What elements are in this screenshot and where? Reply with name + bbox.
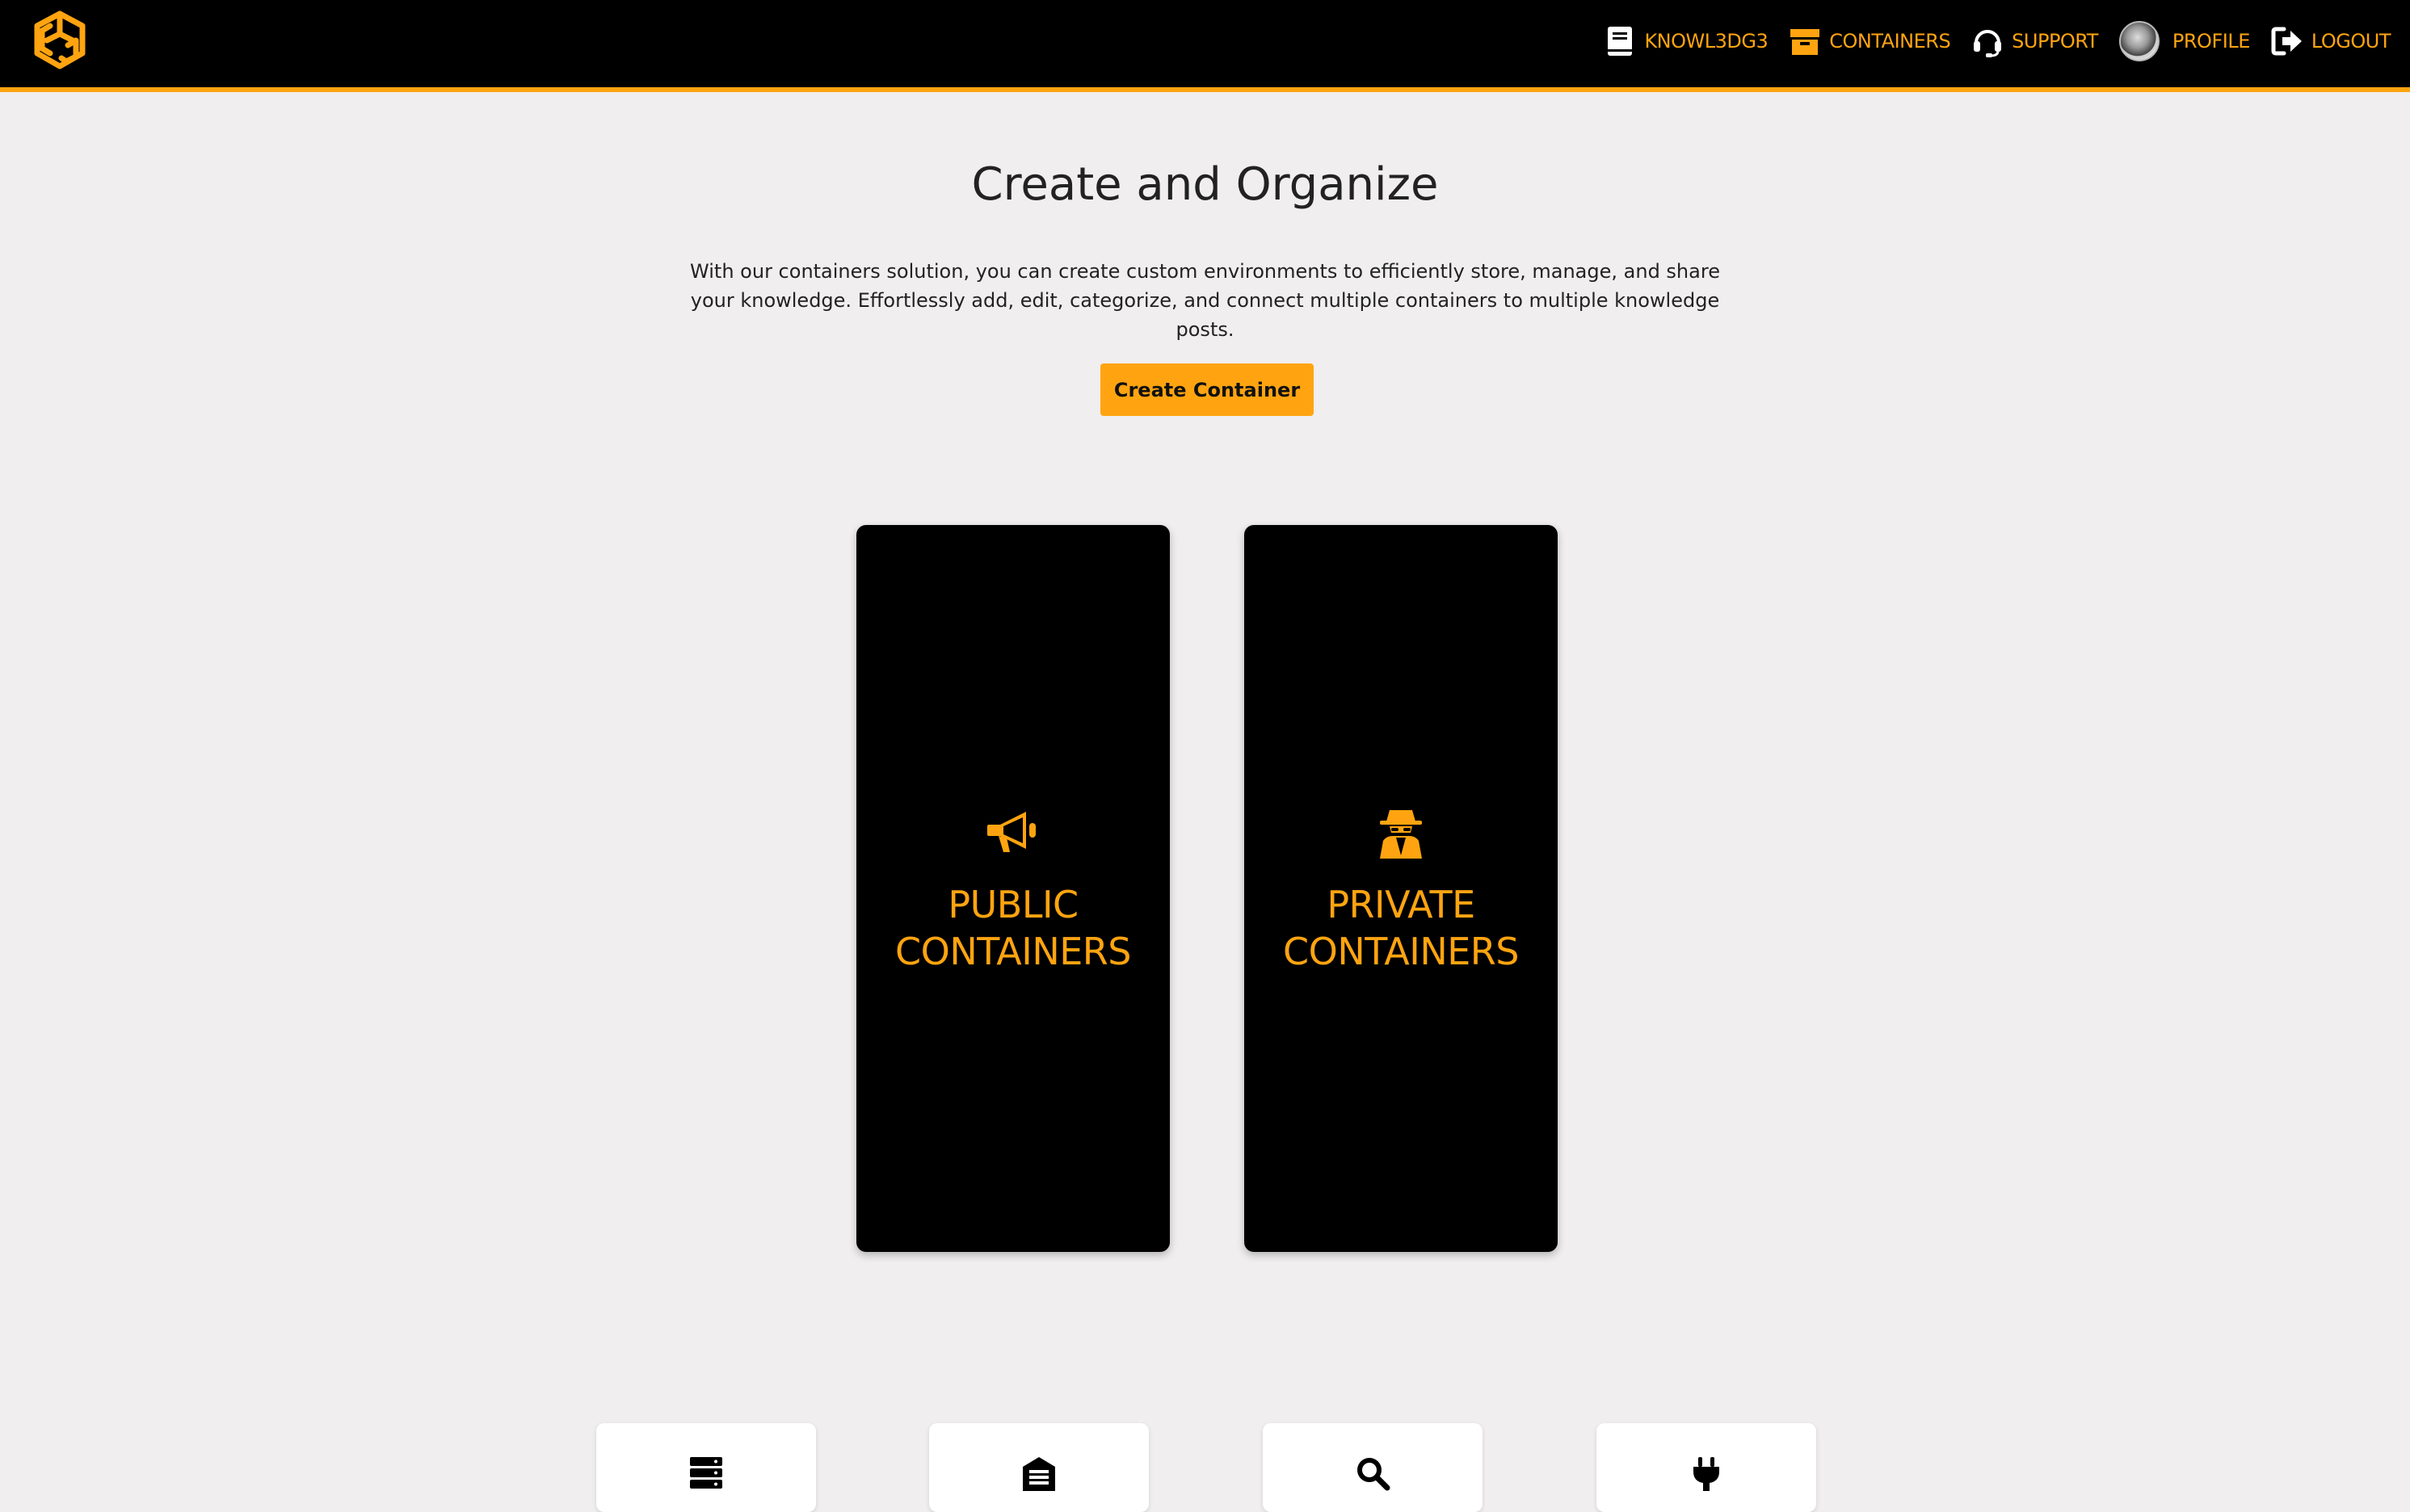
- private-label-line2: CONTAINERS: [1283, 930, 1519, 973]
- book-icon: [1604, 25, 1636, 57]
- server-icon: [690, 1457, 722, 1489]
- feature-card-storage: [596, 1423, 816, 1512]
- public-containers-card[interactable]: PUBLIC CONTAINERS: [856, 525, 1170, 1252]
- nav-knowledge-label: KNOWL3DG3: [1644, 30, 1769, 52]
- spy-icon: [1380, 810, 1422, 859]
- feature-card-integrations: [1596, 1423, 1816, 1512]
- nav-profile-label: PROFILE: [2172, 30, 2250, 52]
- top-navbar: KNOWL3DG3 CONTAINERS SUPPORT PROFILE LOG…: [0, 0, 2410, 92]
- avatar: [2118, 21, 2160, 61]
- nav-logout[interactable]: LOGOUT: [2271, 25, 2391, 57]
- public-label-line2: CONTAINERS: [895, 930, 1131, 973]
- feature-card-search: [1263, 1423, 1483, 1512]
- public-containers-label: PUBLIC CONTAINERS: [895, 881, 1131, 975]
- main-nav: KNOWL3DG3 CONTAINERS SUPPORT PROFILE LOG…: [1583, 0, 2391, 82]
- logout-icon: [2271, 25, 2303, 57]
- feature-card-archive: [929, 1423, 1149, 1512]
- nav-logout-label: LOGOUT: [2311, 30, 2391, 52]
- logo-icon[interactable]: [31, 10, 89, 74]
- archive-icon: [1023, 1457, 1055, 1491]
- nav-containers-label: CONTAINERS: [1829, 30, 1951, 52]
- megaphone-icon: [987, 812, 1036, 852]
- private-label-line1: PRIVATE: [1327, 883, 1475, 926]
- box-icon: [1789, 25, 1821, 57]
- private-containers-card[interactable]: PRIVATE CONTAINERS: [1244, 525, 1558, 1252]
- nav-support-label: SUPPORT: [2012, 30, 2098, 52]
- nav-containers[interactable]: CONTAINERS: [1789, 25, 1951, 57]
- headset-icon: [1971, 25, 2004, 57]
- search-icon: [1357, 1458, 1390, 1491]
- private-containers-label: PRIVATE CONTAINERS: [1283, 881, 1519, 975]
- page-description: With our containers solution, you can cr…: [690, 260, 1720, 341]
- create-container-button[interactable]: Create Container: [1100, 363, 1314, 416]
- nav-knowledge[interactable]: KNOWL3DG3: [1604, 25, 1769, 57]
- nav-support[interactable]: SUPPORT: [1971, 25, 2098, 57]
- public-label-line1: PUBLIC: [948, 883, 1079, 926]
- plug-icon: [1693, 1457, 1719, 1491]
- page-title: Create and Organize: [971, 158, 1439, 211]
- nav-profile[interactable]: PROFILE: [2118, 21, 2250, 61]
